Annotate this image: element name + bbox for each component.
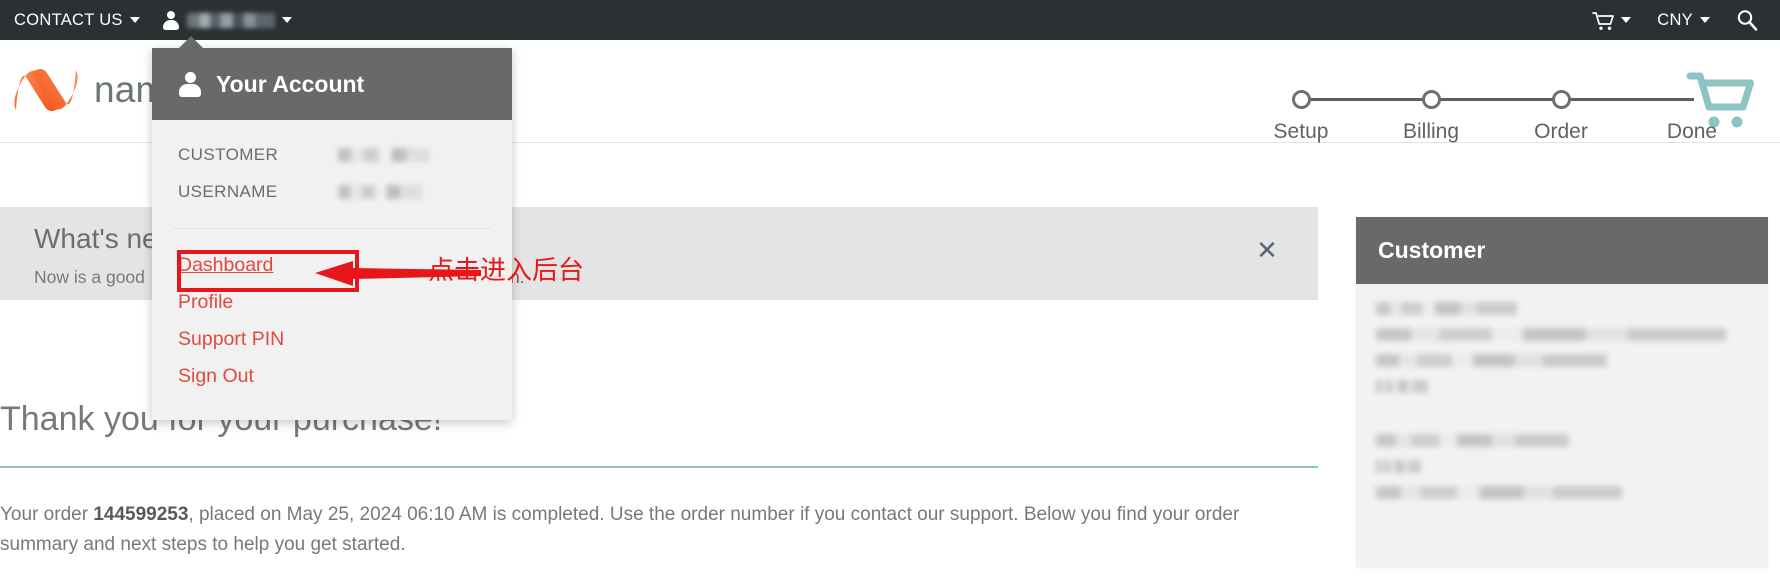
contact-us-menu[interactable]: CONTACT US xyxy=(14,11,140,30)
customer-panel: Customer xyxy=(1356,217,1768,567)
section-divider xyxy=(0,466,1318,468)
account-menu-trigger[interactable] xyxy=(162,10,292,30)
masked-username xyxy=(186,12,275,28)
redacted-line xyxy=(1376,328,1726,341)
order-text-prefix: Your order xyxy=(0,504,94,525)
order-number: 144599253 xyxy=(93,504,189,525)
progress-label-setup: Setup xyxy=(1273,120,1329,143)
person-icon xyxy=(162,10,180,30)
namecheap-logo[interactable]: nam xyxy=(10,64,167,116)
progress-label-billing: Billing xyxy=(1402,120,1460,143)
search-icon xyxy=(1736,9,1758,31)
customer-panel-header: Customer xyxy=(1356,217,1768,284)
redacted-line xyxy=(1376,486,1622,499)
dropdown-arrow-icon xyxy=(178,36,204,49)
dropdown-title: Your Account xyxy=(216,70,365,97)
currency-selector[interactable]: CNY xyxy=(1657,11,1710,30)
banner-title: What's ne xyxy=(34,223,158,254)
topbar-left-group: CONTACT US xyxy=(0,10,292,30)
account-dropdown-panel: Your Account CUSTOMER USERNAME Dashboard… xyxy=(152,36,512,420)
masked-customer-value xyxy=(338,147,430,162)
dropdown-link-support-pin[interactable]: Support PIN xyxy=(152,321,512,358)
contact-us-label: CONTACT US xyxy=(14,10,123,29)
progress-node-order xyxy=(1552,90,1571,109)
chevron-down-icon xyxy=(129,17,140,23)
chevron-down-icon xyxy=(281,17,292,23)
search-button[interactable] xyxy=(1736,9,1758,31)
topbar-right-group: CNY xyxy=(1592,9,1780,31)
order-confirmation-page: CONTACT US CNY nam Setup Billing Order D… xyxy=(0,0,1780,582)
person-icon xyxy=(178,71,202,97)
redacted-line xyxy=(1376,434,1570,447)
namecheap-logo-icon xyxy=(10,64,82,116)
progress-label-order: Order xyxy=(1534,120,1588,143)
redacted-line xyxy=(1376,354,1607,367)
order-summary-text: Your order 144599253, placed on May 25, … xyxy=(0,500,1320,560)
banner-subtitle: Now is a good xyxy=(34,267,145,287)
customer-panel-body xyxy=(1356,284,1768,530)
progress-node-setup xyxy=(1292,90,1311,109)
redacted-line xyxy=(1376,460,1421,473)
dropdown-row-customer: CUSTOMER xyxy=(152,136,512,173)
username-label: USERNAME xyxy=(178,181,278,201)
progress-label-done: Done xyxy=(1666,120,1718,143)
close-icon[interactable]: ✕ xyxy=(1254,237,1280,263)
customer-label: CUSTOMER xyxy=(178,144,279,164)
shopping-cart-icon xyxy=(1592,11,1615,30)
dropdown-header: Your Account xyxy=(152,48,512,120)
top-navigation-bar: CONTACT US CNY xyxy=(0,0,1780,40)
annotation-text: 点击进入后台 xyxy=(428,256,585,286)
cart-menu[interactable] xyxy=(1592,11,1632,30)
dropdown-link-profile[interactable]: Profile xyxy=(152,284,512,321)
chevron-down-icon xyxy=(1700,17,1710,23)
redacted-line xyxy=(1376,302,1518,315)
currency-label: CNY xyxy=(1657,10,1693,29)
customer-panel-title: Customer xyxy=(1378,237,1486,263)
checkout-progress: Setup Billing Order Done xyxy=(1256,58,1756,144)
chevron-down-icon xyxy=(1621,17,1632,23)
progress-line xyxy=(1300,98,1694,101)
masked-username-value xyxy=(338,184,422,199)
dropdown-link-sign-out[interactable]: Sign Out xyxy=(152,358,512,395)
dropdown-info-rows: CUSTOMER USERNAME xyxy=(152,120,512,224)
dropdown-row-username: USERNAME xyxy=(152,173,512,210)
redacted-line xyxy=(1376,380,1429,393)
progress-node-billing xyxy=(1422,90,1441,109)
